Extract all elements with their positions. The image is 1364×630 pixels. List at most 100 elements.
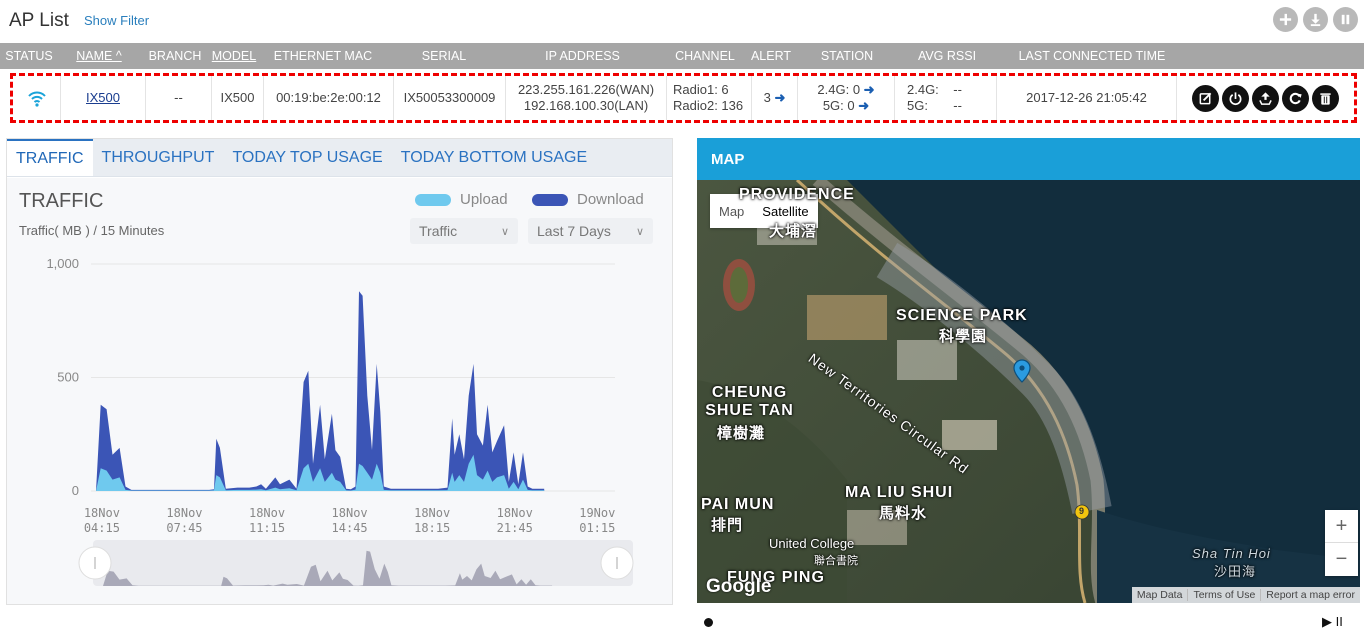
map-label-ma-liu-shui-zh: 馬料水 bbox=[879, 505, 928, 522]
wifi-icon bbox=[27, 91, 46, 107]
show-filter-link[interactable]: Show Filter bbox=[84, 13, 149, 28]
column-header-ethernet-mac: ETHERNET MAC bbox=[273, 49, 373, 63]
table-row[interactable]: IX500 -- IX500 00:19:be:2e:00:12 IX50053… bbox=[10, 73, 1357, 123]
traffic-panel: TRAFFIC THROUGHPUT TODAY TOP USAGE TODAY… bbox=[6, 138, 673, 605]
ap-name-link[interactable]: IX500 bbox=[86, 90, 120, 106]
terms-of-use-link[interactable]: Terms of Use bbox=[1187, 589, 1260, 601]
map-label-united-college-zh: 聯合書院 bbox=[814, 555, 858, 567]
x-tick-label-date: 19Nov bbox=[579, 506, 615, 520]
y-tick-label: 500 bbox=[57, 370, 79, 385]
range-select[interactable]: Last 7 Days ∨ bbox=[528, 218, 653, 244]
legend-download-swatch bbox=[532, 193, 568, 206]
x-tick-label-date: 18Nov bbox=[497, 506, 533, 520]
map-label-science-park: SCIENCE PARK bbox=[896, 307, 1028, 324]
x-tick-label-time: 07:45 bbox=[166, 521, 202, 535]
alert-link[interactable]: 3 ➜ bbox=[752, 76, 798, 120]
column-header-ip-address: IP ADDRESS bbox=[545, 49, 620, 63]
map-data-link[interactable]: Map Data bbox=[1132, 589, 1188, 601]
map-label-united-college: United College bbox=[769, 536, 855, 551]
branch-value: -- bbox=[174, 90, 183, 105]
map-label-providence-zh: 大埔滘 bbox=[769, 223, 818, 240]
station-24-value: 2.4G: 0 bbox=[817, 82, 861, 97]
map-label-pai-mun: PAI MUN bbox=[701, 496, 775, 513]
mac-value: 00:19:be:2e:00:12 bbox=[276, 90, 381, 105]
column-header-avg-rssi: AVG RSSI bbox=[917, 49, 977, 63]
column-header-name[interactable]: NAME ^ bbox=[58, 49, 140, 63]
edit-icon[interactable] bbox=[1192, 84, 1219, 112]
zoom-controls: + − bbox=[1325, 510, 1358, 576]
y-tick-label: 1,000 bbox=[46, 256, 79, 271]
refresh-icon[interactable] bbox=[1282, 84, 1309, 112]
download-series-area bbox=[96, 291, 545, 491]
chevron-down-icon: ∨ bbox=[635, 225, 644, 238]
ip-wan-value: 223.255.161.226(WAN) bbox=[517, 82, 655, 97]
legend-download-label: Download bbox=[577, 191, 644, 208]
legend-upload-swatch bbox=[415, 193, 451, 206]
pause-icon[interactable] bbox=[1333, 7, 1358, 32]
column-header-alert: ALERT bbox=[750, 49, 792, 63]
download-icon[interactable] bbox=[1303, 7, 1328, 32]
map-panel: MAP Map Satellite PROVIDENCE 大埔滘 SCIENCE… bbox=[697, 138, 1360, 603]
tab-traffic[interactable]: TRAFFIC bbox=[7, 139, 93, 176]
range-select-value: Last 7 Days bbox=[537, 223, 611, 239]
column-header-status: STATUS bbox=[5, 49, 53, 63]
ip-lan-value: 192.168.100.30(LAN) bbox=[523, 98, 649, 113]
rssi-24-value: 2.4G: -- bbox=[907, 82, 962, 97]
row-actions bbox=[1177, 76, 1354, 120]
map-label-cheung-shue-tan-zh: 樟樹灘 bbox=[717, 425, 766, 442]
station-cell[interactable]: 2.4G: 0 ➜ 5G: 0 ➜ bbox=[798, 76, 895, 120]
map-footer: Map Data Terms of Use Report a map error bbox=[1131, 587, 1360, 603]
plus-icon[interactable] bbox=[1273, 7, 1298, 32]
playback-control[interactable]: ▶ II bbox=[1322, 614, 1343, 630]
tab-today-top-usage[interactable]: TODAY TOP USAGE bbox=[223, 139, 391, 176]
legend-upload-label: Upload bbox=[460, 191, 508, 208]
route-marker: 9 bbox=[1079, 506, 1086, 516]
chart-title: TRAFFIC bbox=[19, 190, 104, 212]
traffic-chart: 1,000 500 0 18Nov 04:15 18Nov 07:45 18Nov 11:15 1… bbox=[7, 178, 672, 604]
column-header-model[interactable]: MODEL bbox=[210, 49, 258, 63]
column-header-station: STATION bbox=[820, 49, 874, 63]
alert-count: 3 bbox=[763, 90, 771, 105]
map-view[interactable]: Map Satellite PROVIDENCE 大埔滘 SCIENCE PAR… bbox=[697, 180, 1360, 603]
legend-download[interactable]: Download bbox=[532, 191, 644, 208]
map-label-ma-liu-shui: MA LIU SHUI bbox=[845, 484, 954, 501]
chart-subtitle: Traffic( MB ) / 15 Minutes bbox=[19, 223, 165, 238]
report-map-error-link[interactable]: Report a map error bbox=[1260, 589, 1360, 601]
column-header-channel: CHANNEL bbox=[675, 49, 735, 63]
legend-upload[interactable]: Upload bbox=[415, 191, 508, 208]
model-value: IX500 bbox=[220, 90, 255, 105]
map-label-sha-tin-hoi-zh: 沙田海 bbox=[1214, 564, 1257, 579]
power-icon[interactable] bbox=[1222, 84, 1249, 112]
x-tick-label-time: 01:15 bbox=[579, 521, 615, 535]
map-label-providence: PROVIDENCE bbox=[739, 186, 855, 203]
zoom-in-button[interactable]: + bbox=[1325, 510, 1358, 543]
x-tick-label-date: 18Nov bbox=[414, 506, 450, 520]
x-tick-label-date: 18Nov bbox=[166, 506, 202, 520]
arrow-icon: ➜ bbox=[858, 98, 870, 113]
tab-today-bottom-usage[interactable]: TODAY BOTTOM USAGE bbox=[392, 139, 596, 176]
x-tick-label-time: 14:45 bbox=[332, 521, 368, 535]
status-cell bbox=[13, 76, 61, 120]
top-actions bbox=[1273, 7, 1358, 32]
map-label-pai-mun-zh: 排門 bbox=[711, 517, 744, 534]
station-5-value: 5G: 0 bbox=[822, 98, 855, 113]
ap-table: STATUS NAME ^ BRANCH MODEL ETHERNET MAC SERIA… bbox=[0, 43, 1364, 123]
metric-select[interactable]: Traffic ∨ bbox=[410, 218, 518, 244]
x-tick-label-date: 18Nov bbox=[249, 506, 285, 520]
rssi-5-value: 5G: -- bbox=[907, 98, 962, 113]
x-tick-label-date: 18Nov bbox=[332, 506, 368, 520]
metric-select-value: Traffic bbox=[419, 223, 458, 239]
zoom-out-button[interactable]: − bbox=[1325, 543, 1358, 576]
trash-icon[interactable] bbox=[1312, 84, 1339, 112]
upload-icon[interactable] bbox=[1252, 84, 1279, 112]
map-label-science-park-zh: 科學園 bbox=[939, 328, 988, 345]
tab-throughput[interactable]: THROUGHPUT bbox=[93, 139, 224, 176]
map-header: MAP bbox=[697, 138, 1360, 180]
x-tick-label-time: 21:45 bbox=[497, 521, 533, 535]
map-label-sha-tin-hoi: Sha Tin Hoi bbox=[1192, 546, 1271, 561]
google-logo: Google bbox=[706, 576, 772, 597]
x-tick-label-date: 18Nov bbox=[84, 506, 120, 520]
x-tick-label-time: 18:15 bbox=[414, 521, 450, 535]
radio1-value: Radio1: 6 bbox=[673, 82, 729, 97]
column-header-serial: SERIAL bbox=[421, 49, 467, 63]
